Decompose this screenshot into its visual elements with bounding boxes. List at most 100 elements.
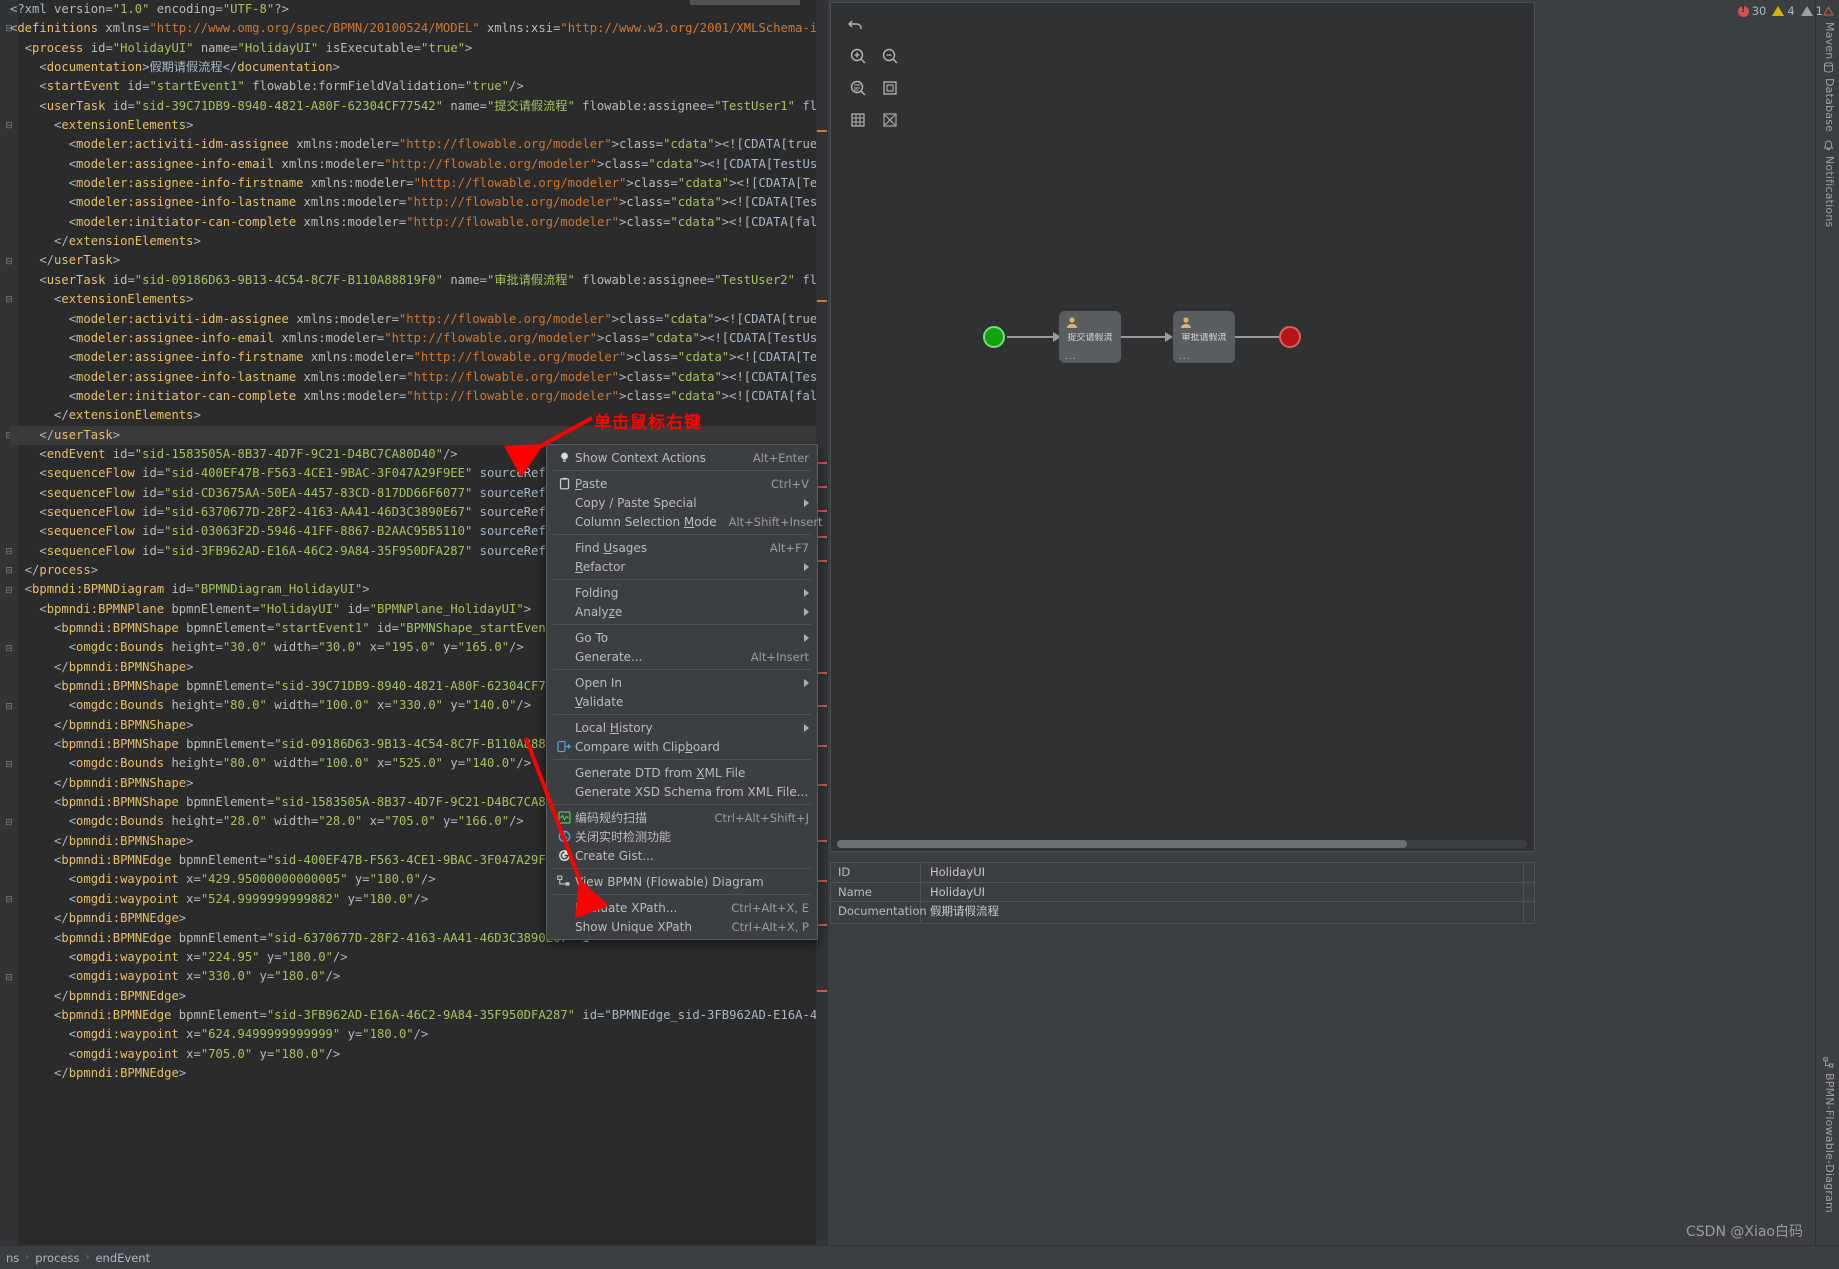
code-line[interactable]: <modeler:activiti-idm-assignee xmlns:mod… <box>10 310 828 329</box>
code-line[interactable]: <omgdi:waypoint x="330.0" y="180.0"/> <box>10 967 828 986</box>
weak-warning-badge[interactable]: 1 <box>1800 4 1823 18</box>
code-line[interactable]: <modeler:assignee-info-email xmlns:model… <box>10 329 828 348</box>
warning-badge[interactable]: 4 <box>1772 4 1795 18</box>
editor-marker[interactable] <box>817 462 827 464</box>
menu-item-关闭实时检测功能[interactable]: 关闭实时检测功能 <box>547 827 817 846</box>
menu-item-folding[interactable]: Folding <box>547 583 817 602</box>
menu-item-create-gist[interactable]: Create Gist... <box>547 846 817 865</box>
code-line[interactable]: <bpmndi:BPMNEdge bpmnElement="sid-3FB962… <box>10 1006 828 1025</box>
menu-item-generate[interactable]: Generate... Alt+Insert <box>547 647 817 666</box>
editor-marker[interactable] <box>817 880 827 882</box>
code-line[interactable]: <definitions xmlns="http://www.omg.org/s… <box>10 19 828 38</box>
bpmn-user-task-1[interactable]: 提交请假流 ... <box>1059 311 1121 363</box>
editor-marker[interactable] <box>817 130 827 132</box>
menu-item-compare-with-clipboard[interactable]: Compare with Clipboard <box>547 737 817 756</box>
scrollbar-thumb[interactable] <box>837 840 1407 848</box>
menu-item-find-usages[interactable]: Find Usages Alt+F7 <box>547 538 817 557</box>
code-line[interactable]: <modeler:assignee-info-lastname xmlns:mo… <box>10 193 828 212</box>
code-line[interactable]: <userTask id="sid-09186D63-9B13-4C54-8C7… <box>10 271 828 290</box>
editor-marker[interactable] <box>817 486 827 488</box>
code-line[interactable]: </userTask> <box>10 425 828 445</box>
editor-marker[interactable] <box>817 924 827 926</box>
menu-item-label: Show Unique XPath <box>575 919 692 934</box>
editor-marker[interactable] <box>817 536 827 538</box>
property-value: 假期请假流程 <box>921 902 1524 922</box>
right-tool-stripe[interactable]: Maven Database Notifications BPMN-Flowab… <box>1815 0 1839 1245</box>
code-line[interactable]: <modeler:initiator-can-complete xmlns:mo… <box>10 213 828 232</box>
warning-icon <box>1772 6 1785 16</box>
editor-marker[interactable] <box>817 560 827 562</box>
error-badge[interactable]: 30 <box>1737 4 1766 18</box>
watermark: CSDN @Xiao白码 <box>1686 1224 1803 1240</box>
menu-item-open-in[interactable]: Open In <box>547 673 817 692</box>
menu-item-go-to[interactable]: Go To <box>547 628 817 647</box>
code-line[interactable]: <extensionElements> <box>10 290 828 309</box>
bpmn-end-event[interactable] <box>1279 326 1301 348</box>
breadcrumb-bar[interactable]: ns › process › endEvent <box>0 1245 1839 1269</box>
editor-marker[interactable] <box>817 705 827 707</box>
code-line[interactable]: <process id="HolidayUI" name="HolidayUI"… <box>10 39 828 58</box>
code-line[interactable]: <modeler:assignee-info-firstname xmlns:m… <box>10 348 828 367</box>
editor-marker[interactable] <box>817 784 827 786</box>
code-line[interactable]: </bpmndi:BPMNEdge> <box>10 1064 828 1083</box>
editor-marker[interactable] <box>817 672 827 674</box>
breadcrumb-item-ns[interactable]: ns <box>0 1251 25 1265</box>
diagram-horizontal-scrollbar[interactable] <box>837 840 1527 848</box>
editor-marker[interactable] <box>817 745 827 747</box>
menu-item-refactor[interactable]: Refactor <box>547 557 817 576</box>
stripe-item-maven[interactable]: Maven <box>1822 5 1836 59</box>
menu-item-paste[interactable]: Paste Ctrl+V <box>547 474 817 493</box>
menu-item-编码规约扫描[interactable]: 编码规约扫描 Ctrl+Alt+Shift+J <box>547 808 817 827</box>
menu-item-validate[interactable]: Validate <box>547 692 817 711</box>
menu-item-show-context-actions[interactable]: Show Context Actions Alt+Enter <box>547 448 817 467</box>
bpmn-diagram-canvas[interactable]: 提交请假流 ... 审批请假流 ... <box>830 2 1535 852</box>
menu-item-view-bpmn-flowable-diagram[interactable]: View BPMN (Flowable) Diagram <box>547 872 817 891</box>
stripe-item-database[interactable]: Database <box>1823 62 1836 132</box>
code-line[interactable]: </userTask> <box>10 251 828 270</box>
editor-marker[interactable] <box>817 840 827 842</box>
bpmn-properties-table[interactable]: ID HolidayUI Name HolidayUI Documentatio… <box>830 862 1535 924</box>
breadcrumb-item-process[interactable]: process <box>29 1251 85 1265</box>
code-line[interactable]: <modeler:assignee-info-firstname xmlns:m… <box>10 174 828 193</box>
editor-context-menu[interactable]: Show Context Actions Alt+Enter Paste Ctrl+V… <box>546 444 823 940</box>
code-line[interactable]: </extensionElements> <box>10 232 828 251</box>
chevron-right-icon <box>804 562 809 571</box>
menu-item-evaluate-xpath[interactable]: Evaluate XPath... Ctrl+Alt+X, E <box>547 898 817 917</box>
menu-item-generate-dtd-from-xml-file[interactable]: Generate DTD from XML File <box>547 763 817 782</box>
code-line[interactable]: <startEvent id="startEvent1" flowable:fo… <box>10 77 828 96</box>
menu-item-generate-xsd-schema-from-xml-file[interactable]: Generate XSD Schema from XML File... <box>547 782 817 801</box>
code-line[interactable]: <omgdi:waypoint x="624.9499999999999" y=… <box>10 1025 828 1044</box>
editor-marker[interactable] <box>817 510 827 512</box>
bpmn-start-event[interactable] <box>983 326 1005 348</box>
bpmn-shapes-layer[interactable]: 提交请假流 ... 审批请假流 ... <box>831 3 1534 851</box>
code-line[interactable]: <?xml version="1.0" encoding="UTF-8"?> <box>10 0 828 19</box>
code-line[interactable]: <documentation>假期请假流程</documentation> <box>10 58 828 77</box>
breadcrumb-item-endevent[interactable]: endEvent <box>89 1251 156 1265</box>
code-line[interactable]: <modeler:assignee-info-email xmlns:model… <box>10 155 828 174</box>
code-line[interactable]: <omgdi:waypoint x="705.0" y="180.0"/> <box>10 1045 828 1064</box>
table-row[interactable]: ID HolidayUI <box>831 863 1534 883</box>
code-line[interactable]: <modeler:activiti-idm-assignee xmlns:mod… <box>10 135 828 154</box>
table-row[interactable]: Name HolidayUI <box>831 882 1534 902</box>
menu-item-local-history[interactable]: Local History <box>547 718 817 737</box>
code-line[interactable]: <omgdi:waypoint x="224.95" y="180.0"/> <box>10 948 828 967</box>
code-line[interactable]: </bpmndi:BPMNEdge> <box>10 987 828 1006</box>
menu-item-shortcut: Ctrl+Alt+X, P <box>731 919 809 934</box>
menu-item-show-unique-xpath[interactable]: Show Unique XPath Ctrl+Alt+X, P <box>547 917 817 936</box>
menu-item-analyze[interactable]: Analyze <box>547 602 817 621</box>
stripe-label: Notifications <box>1823 156 1836 228</box>
code-line[interactable]: <modeler:assignee-info-lastname xmlns:mo… <box>10 368 828 387</box>
menu-item-column-selection-mode[interactable]: Column Selection Mode Alt+Shift+Insert <box>547 512 823 531</box>
code-line[interactable]: </extensionElements> <box>10 406 828 425</box>
stripe-item-bpmn-diagram[interactable]: BPMN-Flowable-Diagram <box>1823 1057 1836 1213</box>
code-line[interactable]: <extensionElements> <box>10 116 828 135</box>
stripe-item-notifications[interactable]: Notifications <box>1823 140 1836 227</box>
bpmn-user-task-2[interactable]: 审批请假流 ... <box>1173 311 1235 363</box>
table-row[interactable]: Documentation 假期请假流程 <box>831 902 1534 922</box>
code-line[interactable]: <userTask id="sid-39C71DB9-8940-4821-A80… <box>10 97 828 116</box>
editor-marker[interactable] <box>817 990 827 992</box>
code-line[interactable]: <modeler:initiator-can-complete xmlns:mo… <box>10 387 828 406</box>
inspection-widget[interactable]: 30 4 1 <box>1737 4 1823 18</box>
menu-item-copy-paste-special[interactable]: Copy / Paste Special <box>547 493 817 512</box>
editor-marker[interactable] <box>817 300 827 302</box>
